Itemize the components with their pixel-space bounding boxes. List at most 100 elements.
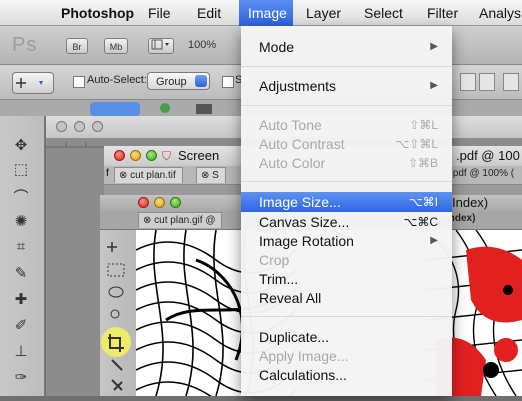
move-tool-preset[interactable] [12, 72, 54, 94]
minimize-button[interactable] [154, 197, 165, 208]
menu-edit[interactable]: Edit [190, 0, 228, 26]
menu-item-duplicate[interactable]: Duplicate... [241, 327, 452, 347]
menu-layer[interactable]: Layer [299, 0, 348, 26]
tab-close-icon[interactable]: ⊗ [201, 170, 212, 181]
quick-selection-tool-icon[interactable]: ✺ [8, 212, 34, 232]
submenu-arrow-icon: ▶ [430, 235, 438, 246]
menu-item-apply-image: Apply Image... [241, 346, 452, 366]
menu-item-label: Apply Image... [259, 348, 349, 364]
menu-item-shortcut: ⇧⌘L [409, 118, 438, 132]
marquee-tool-icon [107, 263, 125, 277]
healing-brush-tool-icon[interactable]: ✚ [8, 290, 34, 310]
ruler [46, 142, 106, 148]
zoom-level[interactable]: 100% [188, 39, 216, 51]
tab-close-icon[interactable]: ⊗ [143, 215, 154, 226]
menu-item-label: Auto Color [259, 155, 326, 171]
zoom-button[interactable] [92, 121, 103, 132]
tab-label: cut plan.tif [130, 170, 176, 181]
auto-select-value: Group [156, 76, 187, 88]
menu-image[interactable]: Image [239, 0, 293, 26]
menu-item-image-rotation[interactable]: Image Rotation ▶ [241, 231, 452, 251]
menu-bar: Photoshop File Edit Image Layer Select F… [0, 0, 522, 26]
menu-item-canvas-size[interactable]: Canvas Size... ⌥⌘C [241, 212, 452, 232]
align-center-icon[interactable] [479, 73, 495, 91]
menu-item-auto-contrast: Auto Contrast ⌥⇧⌘L [241, 134, 452, 154]
bridge-button[interactable]: Br [66, 38, 88, 54]
eyedropper-tool-icon[interactable]: ✎ [8, 264, 34, 284]
close-button[interactable] [56, 121, 67, 132]
menu-separator [241, 181, 452, 182]
auto-select-checkbox[interactable] [73, 76, 85, 88]
menu-item-label: Canvas Size... [259, 214, 350, 230]
brush-tool-icon[interactable]: ✐ [8, 316, 34, 336]
zoom-button[interactable] [170, 197, 181, 208]
quick-selection-tool-icon [110, 309, 120, 319]
menu-item-image-size[interactable]: Image Size... ⌥⌘I [241, 192, 452, 212]
menu-item-adjustments[interactable]: Adjustments ▶ [241, 76, 452, 96]
tab-right-title: .pdf @ 100% ( [450, 168, 515, 179]
history-brush-tool-icon[interactable]: ✑ [8, 368, 34, 388]
healing-brush-tool-icon [111, 379, 123, 391]
align-top-icon[interactable] [460, 73, 476, 91]
window-title-right: .pdf @ 100 [456, 148, 520, 163]
auto-select-label: Auto-Select: [87, 74, 147, 86]
menu-item-label: Auto Tone [259, 117, 322, 133]
menu-file[interactable]: File [141, 0, 178, 26]
menu-item-label: Image Size... [259, 194, 341, 210]
show-transform-checkbox[interactable] [222, 76, 234, 88]
dropdown-stepper-icon [195, 75, 207, 87]
zoom-button[interactable] [146, 150, 157, 161]
menu-app-photoshop[interactable]: Photoshop [54, 0, 141, 26]
close-button[interactable] [138, 197, 149, 208]
tab-overflow: f [106, 168, 109, 179]
menu-item-label: Calculations... [259, 367, 347, 383]
align-bottom-icon[interactable] [503, 73, 519, 91]
tab-second[interactable]: ⊗ S [196, 167, 226, 183]
menu-filter[interactable]: Filter [420, 0, 465, 26]
menu-separator [241, 316, 452, 317]
lasso-tool-icon [108, 286, 124, 298]
move-tool-icon [107, 242, 117, 252]
tab-close-icon[interactable]: ⊗ [119, 170, 130, 181]
menu-item-shortcut: ⌥⌘C [403, 215, 439, 229]
menu-item-mode[interactable]: Mode ▶ [241, 37, 452, 57]
menu-select[interactable]: Select [357, 0, 410, 26]
menu-item-trim[interactable]: Trim... [241, 269, 452, 289]
menu-separator [241, 66, 452, 67]
minimize-button[interactable] [74, 121, 85, 132]
menu-item-auto-tone: Auto Tone ⇧⌘L [241, 115, 452, 135]
window-title: Screen [178, 148, 220, 163]
menu-item-shortcut: ⌥⇧⌘L [395, 137, 438, 151]
marquee-tool-icon[interactable]: ⬚ [8, 160, 34, 180]
view-extras-icon [151, 39, 169, 50]
auto-select-dropdown[interactable]: Group [147, 72, 210, 90]
minimize-button[interactable] [130, 150, 141, 161]
clone-stamp-tool-icon[interactable]: ⊥ [8, 342, 34, 362]
window-title-right: Index) [452, 195, 489, 210]
menu-item-auto-color: Auto Color ⇧⌘B [241, 153, 452, 173]
menu-analysis[interactable]: Analys [472, 0, 522, 26]
tab-cut-plan-tif[interactable]: ⊗ cut plan.tif [114, 167, 183, 183]
tools-panel: ✥ ⬚ ⌒ ✺ ⌗ ✎ ✚ ✐ ⊥ ✑ [0, 116, 45, 396]
menu-item-shortcut: ⌥⌘I [408, 195, 438, 209]
menu-item-reveal-all[interactable]: Reveal All [241, 288, 452, 308]
mini-bridge-button[interactable]: Mb [104, 38, 128, 54]
menu-item-label: Duplicate... [259, 329, 330, 345]
menu-item-label: Trim... [259, 271, 299, 287]
menu-item-label: Adjustments [259, 78, 337, 94]
tab-cut-plan-gif[interactable]: ⊗ cut plan.gif @ [138, 212, 223, 228]
close-button[interactable] [114, 150, 125, 161]
view-extras-button[interactable] [148, 38, 174, 54]
menu-item-label: Crop [259, 252, 290, 268]
crop-tool-highlight [101, 327, 131, 357]
menu-item-crop: Crop [241, 250, 452, 270]
submenu-arrow-icon: ▶ [430, 41, 438, 52]
tab-label: S [212, 170, 219, 181]
menu-item-calculations[interactable]: Calculations... [241, 365, 452, 385]
crop-tool-icon[interactable]: ⌗ [8, 238, 34, 258]
lasso-tool-icon[interactable]: ⌒ [8, 186, 34, 206]
menu-item-label: Mode [259, 39, 295, 55]
move-tool-icon[interactable]: ✥ [8, 136, 34, 156]
menu-item-label: Image Rotation [259, 233, 354, 249]
tools-panel-secondary [100, 230, 137, 396]
